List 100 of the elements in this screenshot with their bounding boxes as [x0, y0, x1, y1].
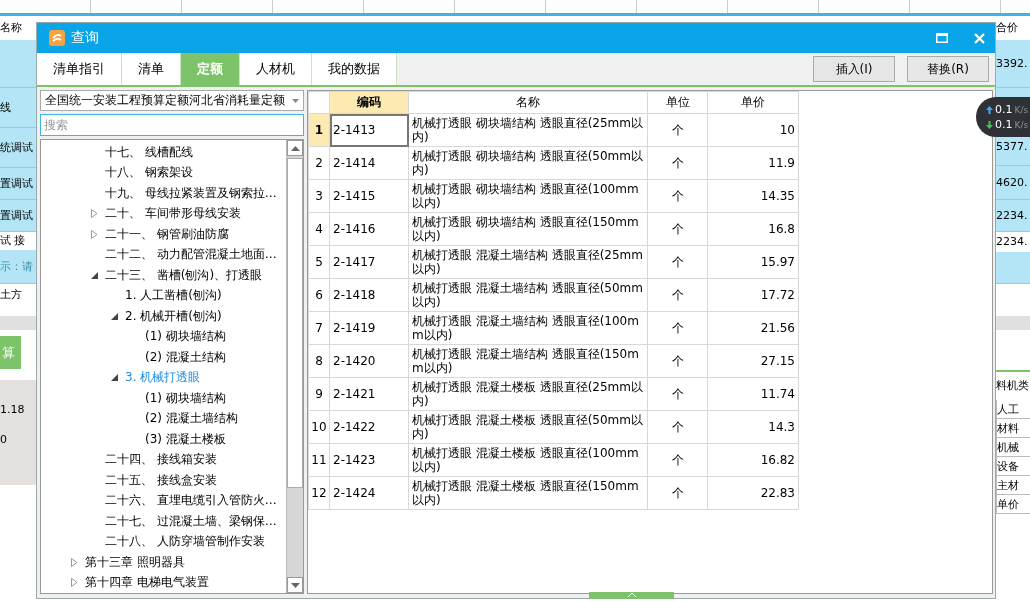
cell-text: 土方: [0, 287, 22, 302]
dialog-button[interactable]: 替换(R): [907, 56, 989, 82]
table-cell: 2-1419: [329, 311, 409, 345]
column-header[interactable]: 单位: [647, 91, 708, 114]
tree-item[interactable]: 二十五、 接线盒安装: [105, 471, 217, 489]
tree-item[interactable]: 二十七、 过混凝土墙、梁钢保…: [105, 512, 277, 530]
cell-text: 置调试: [0, 176, 33, 191]
tree-item[interactable]: 1. 人工凿槽(刨沟): [125, 287, 222, 305]
table-cell: 机械打透眼 混凝土墙结构 透眼直径(25mm以内): [408, 245, 648, 279]
cell-text: 设备: [997, 458, 1019, 474]
table-cell: 2-1413: [329, 113, 409, 147]
close-icon[interactable]: [974, 32, 985, 44]
cell-text: 机械: [997, 439, 1019, 455]
table-cell: 个: [647, 245, 708, 279]
table-cell: 个: [647, 410, 708, 444]
tree-item[interactable]: 二十四、 接线箱安装: [105, 451, 217, 469]
tree-item[interactable]: 二十、 车间带形母线安装: [105, 205, 241, 223]
table-cell: 机械打透眼 混凝土楼板 透眼直径(100mm以内): [408, 443, 648, 477]
library-dropdown[interactable]: 全国统一安装工程预算定额河北省消耗量定额: [40, 90, 304, 111]
cell-text: 示：请: [0, 259, 33, 274]
table-cell: 个: [647, 212, 708, 246]
tab[interactable]: 我的数据: [312, 53, 397, 85]
tree-item[interactable]: (3) 混凝土楼板: [145, 430, 226, 448]
tab[interactable]: 清单: [122, 53, 181, 85]
tree-item[interactable]: (2) 混凝土墙结构: [145, 410, 238, 428]
tree-item[interactable]: 2. 机械开槽(刨沟): [125, 307, 222, 325]
tree-item[interactable]: 二十八、 人防穿墙管制作安装: [105, 533, 265, 551]
column-header[interactable]: 单价: [707, 91, 799, 114]
dialog-button[interactable]: 插入(I): [813, 56, 895, 82]
table-cell: 2-1423: [329, 443, 409, 477]
table-cell: 机械打透眼 砌块墙结构 透眼直径(100mm以内): [408, 179, 648, 213]
row-number: 2: [308, 146, 330, 180]
table-cell: 个: [647, 476, 708, 510]
tree-item[interactable]: 二十六、 直埋电缆引入管防火…: [105, 492, 277, 510]
cell-text: 3392.: [996, 57, 1028, 70]
row-number: 5: [308, 245, 330, 279]
tree-item[interactable]: 十九、 母线拉紧装置及钢索拉…: [105, 184, 277, 202]
resize-handle[interactable]: [589, 592, 674, 599]
speed-value: 0.1: [995, 118, 1013, 131]
table-cell: 15.97: [707, 245, 799, 279]
collapsed-triangle-icon[interactable]: [71, 557, 78, 567]
tree-item[interactable]: 3. 机械打透眼: [125, 369, 201, 387]
table-cell: 个: [647, 311, 708, 345]
table-cell: 17.72: [707, 278, 799, 312]
table-cell: 2-1415: [329, 179, 409, 213]
table-cell: 机械打透眼 砌块墙结构 透眼直径(150mm以内): [408, 212, 648, 246]
table-cell: 21.56: [707, 311, 799, 345]
cell-text: 材料: [997, 420, 1019, 436]
cell-text: 合价: [996, 20, 1018, 35]
table-cell: 2-1420: [329, 344, 409, 378]
column-header[interactable]: 编码: [329, 91, 409, 114]
table-cell: 个: [647, 344, 708, 378]
tree-item[interactable]: 第十四章 电梯电气装置: [85, 574, 209, 592]
cell-text: 2234.: [996, 235, 1028, 248]
tree-item[interactable]: 二十二、 动力配管混凝土地面…: [105, 246, 277, 264]
table-cell: 2-1418: [329, 278, 409, 312]
cell-text: 试 接: [0, 233, 26, 248]
tree-item[interactable]: 二十三、 凿槽(刨沟)、打透眼: [105, 266, 263, 284]
tree-item[interactable]: (1) 砌块墙结构: [145, 328, 226, 346]
tree-item[interactable]: 十八、 钢索架设: [105, 164, 193, 182]
tree-item[interactable]: 十七、 线槽配线: [105, 143, 193, 161]
table-cell: 个: [647, 443, 708, 477]
table-cell: 机械打透眼 砌块墙结构 透眼直径(50mm以内): [408, 146, 648, 180]
maximize-icon[interactable]: [936, 33, 948, 43]
table-cell: 2-1421: [329, 377, 409, 411]
tree-item[interactable]: (1) 砌块墙结构: [145, 389, 226, 407]
table-cell: 机械打透眼 混凝土楼板 透眼直径(50mm以内): [408, 410, 648, 444]
row-number: 7: [308, 311, 330, 345]
expanded-triangle-icon[interactable]: [111, 312, 118, 320]
scroll-up-icon[interactable]: [290, 145, 300, 151]
scrollbar[interactable]: [286, 140, 303, 593]
expanded-triangle-icon[interactable]: [111, 374, 118, 382]
table-cell: 2-1424: [329, 476, 409, 510]
scroll-down-icon[interactable]: [290, 582, 300, 588]
table-cell: 机械打透眼 混凝土墙结构 透眼直径(50mm以内): [408, 278, 648, 312]
table-cell: 机械打透眼 混凝土楼板 透眼直径(25mm以内): [408, 377, 648, 411]
column-header[interactable]: 名称: [408, 91, 648, 114]
row-number: 10: [308, 410, 330, 444]
app-logo-icon: [49, 30, 65, 46]
tree-item[interactable]: 第十三章 照明器具: [85, 553, 185, 571]
table-cell: 16.82: [707, 443, 799, 477]
tree-item[interactable]: (2) 混凝土结构: [145, 348, 226, 366]
tab[interactable]: 清单指引: [37, 53, 122, 85]
row-number: 8: [308, 344, 330, 378]
search-field[interactable]: 搜索: [40, 114, 304, 136]
table-cell: 个: [647, 377, 708, 411]
row-number: 1: [308, 113, 330, 147]
table-cell: 个: [647, 179, 708, 213]
tree-item[interactable]: 二十一、 钢管刷油防腐: [105, 225, 229, 243]
collapsed-triangle-icon[interactable]: [71, 578, 78, 588]
table-cell: 22.83: [707, 476, 799, 510]
table-cell: 14.35: [707, 179, 799, 213]
table-cell: 2-1417: [329, 245, 409, 279]
cell-text: 5377.: [996, 140, 1028, 153]
cell-text: 4620.: [996, 176, 1028, 189]
table-cell: 14.3: [707, 410, 799, 444]
tab[interactable]: 人材机: [240, 53, 312, 85]
table-cell: 机械打透眼 混凝土墙结构 透眼直径(150mm以内): [408, 344, 648, 378]
table-cell: 11.74: [707, 377, 799, 411]
expanded-triangle-icon[interactable]: [91, 271, 98, 279]
